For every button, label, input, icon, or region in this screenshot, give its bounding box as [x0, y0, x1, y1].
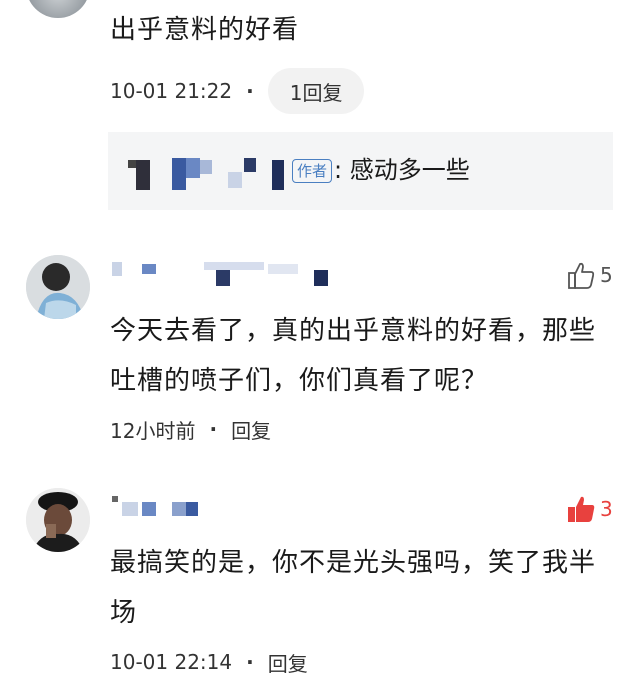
like-count: 5	[600, 263, 613, 287]
avatar[interactable]	[26, 488, 90, 552]
author-badge: 作者	[292, 159, 333, 183]
thumbs-up-filled-icon	[568, 496, 595, 522]
comment-time: 12小时前	[110, 418, 196, 443]
comment-text: 最搞笑的是，你不是光头强吗，笑了我半 场	[110, 538, 630, 638]
reply-preview[interactable]: 作者 : 感动多一些	[108, 132, 613, 210]
reply-button[interactable]: 回复	[268, 648, 308, 677]
comment-meta: 10-01 22:14 · 回复	[110, 648, 308, 676]
thumbs-up-icon	[568, 262, 595, 289]
like-button[interactable]: 3	[566, 494, 613, 524]
comment-text-line: 吐槽的喷子们，你们真看了呢？	[110, 366, 489, 396]
avatar-image	[26, 488, 90, 552]
comment-time: 10-01 22:14	[110, 650, 233, 674]
reply-count-button[interactable]: 1回复	[267, 68, 365, 114]
reply-button[interactable]: 回复	[231, 415, 271, 444]
like-count: 3	[600, 497, 613, 521]
separator-dot: ·	[246, 79, 254, 103]
comment-meta: 12小时前 · 回复	[110, 415, 271, 443]
like-button[interactable]: 5	[566, 260, 613, 290]
comment-time: 10-01 21:22	[110, 79, 233, 103]
avatar-image	[26, 255, 90, 319]
separator-dot: ·	[246, 650, 254, 674]
comment-meta: 10-01 21:22 · 1回复	[110, 68, 365, 114]
comment-text-line: 今天去看了，真的出乎意料的好看，那些	[110, 316, 597, 346]
comment-author-name[interactable]	[108, 494, 208, 524]
reply-author-name[interactable]	[108, 132, 298, 210]
comment-text-line: 最搞笑的是，你不是光头强吗，笑了我半	[110, 548, 597, 578]
avatar[interactable]	[26, 255, 90, 319]
comment-text: 出乎意料的好看	[110, 15, 300, 45]
comment-author-name[interactable]	[108, 258, 328, 288]
comment-text-line: 场	[110, 598, 138, 628]
reply-text: : 感动多一些	[334, 156, 470, 184]
separator-dot: ·	[209, 417, 218, 441]
avatar[interactable]	[26, 0, 90, 18]
comment-text: 今天去看了，真的出乎意料的好看，那些 吐槽的喷子们，你们真看了呢？	[110, 306, 630, 406]
